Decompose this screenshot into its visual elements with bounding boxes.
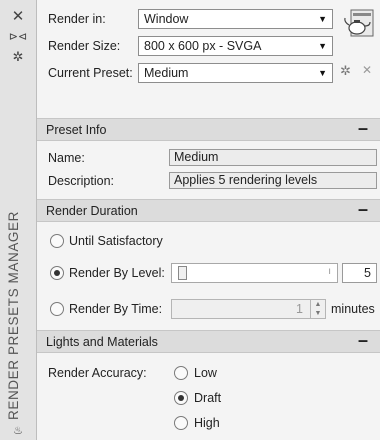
render-size-label: Render Size:: [48, 39, 121, 53]
render-duration-header[interactable]: Render Duration –: [37, 199, 380, 222]
render-size-dropdown[interactable]: 800 x 600 px - SVGA ▼: [138, 36, 333, 56]
preset-description-label: Description:: [48, 174, 114, 188]
render-level-field[interactable]: 5: [342, 263, 377, 283]
chevron-down-icon: ▼: [318, 14, 327, 24]
accuracy-high-label[interactable]: High: [194, 416, 220, 430]
current-preset-label: Current Preset:: [48, 66, 133, 80]
preset-name-field[interactable]: Medium: [169, 149, 377, 166]
render-by-time-radio[interactable]: [50, 302, 64, 316]
accuracy-low-label[interactable]: Low: [194, 366, 217, 380]
preset-info-title: Preset Info: [46, 123, 107, 137]
palette-title-bar: ✕ ⊳⊲ ✲ RENDER PRESETS MANAGER ♨: [0, 0, 37, 440]
preset-name-label: Name:: [48, 151, 85, 165]
properties-icon[interactable]: ✲: [0, 50, 36, 64]
spinner-arrows-icon[interactable]: ▲ ▼: [310, 300, 325, 318]
until-satisfactory-radio[interactable]: [50, 234, 64, 248]
pin-icon[interactable]: ⊳⊲: [0, 30, 36, 44]
accuracy-high-radio[interactable]: [174, 416, 188, 430]
delete-icon[interactable]: ✕: [362, 63, 372, 77]
slider-thumb[interactable]: [178, 266, 187, 280]
teapot-render-icon[interactable]: [341, 6, 377, 40]
render-in-value: Window: [144, 12, 189, 26]
teapot-icon: ♨: [13, 425, 23, 437]
close-icon[interactable]: ✕: [0, 9, 36, 24]
preset-description-field[interactable]: Applies 5 rendering levels: [169, 172, 377, 189]
until-satisfactory-label[interactable]: Until Satisfactory: [69, 234, 163, 248]
accuracy-draft-label[interactable]: Draft: [194, 391, 221, 405]
slider-end-tick: ı: [328, 266, 331, 277]
render-by-time-label[interactable]: Render By Time:: [69, 302, 162, 316]
render-accuracy-label: Render Accuracy:: [48, 366, 147, 380]
gear-icon[interactable]: ✲: [340, 63, 351, 79]
chevron-down-icon: ▼: [318, 41, 327, 51]
render-in-label: Render in:: [48, 12, 106, 26]
collapse-icon[interactable]: –: [358, 330, 368, 351]
chevron-down-icon: ▼: [318, 68, 327, 78]
render-size-value: 800 x 600 px - SVGA: [144, 39, 262, 53]
render-by-level-radio[interactable]: [50, 266, 64, 280]
accuracy-low-radio[interactable]: [174, 366, 188, 380]
current-preset-value: Medium: [144, 66, 189, 80]
render-by-level-label[interactable]: Render By Level:: [69, 266, 165, 280]
collapse-icon[interactable]: –: [358, 199, 368, 220]
palette-title: RENDER PRESETS MANAGER: [6, 211, 21, 420]
lights-materials-header[interactable]: Lights and Materials –: [37, 330, 380, 353]
render-in-dropdown[interactable]: Window ▼: [138, 9, 333, 29]
render-time-spinner[interactable]: 1 ▲ ▼: [171, 299, 326, 319]
accuracy-draft-radio[interactable]: [174, 391, 188, 405]
render-time-value: 1: [296, 302, 303, 316]
render-duration-title: Render Duration: [46, 204, 138, 218]
collapse-icon[interactable]: –: [358, 118, 368, 139]
render-presets-panel: Render in: Window ▼ Render Size: 800 x 6…: [37, 0, 380, 440]
lights-materials-title: Lights and Materials: [46, 335, 158, 349]
preset-info-header[interactable]: Preset Info –: [37, 118, 380, 141]
current-preset-dropdown[interactable]: Medium ▼: [138, 63, 333, 83]
render-level-slider[interactable]: ı: [171, 263, 338, 283]
render-time-unit: minutes: [331, 302, 375, 316]
